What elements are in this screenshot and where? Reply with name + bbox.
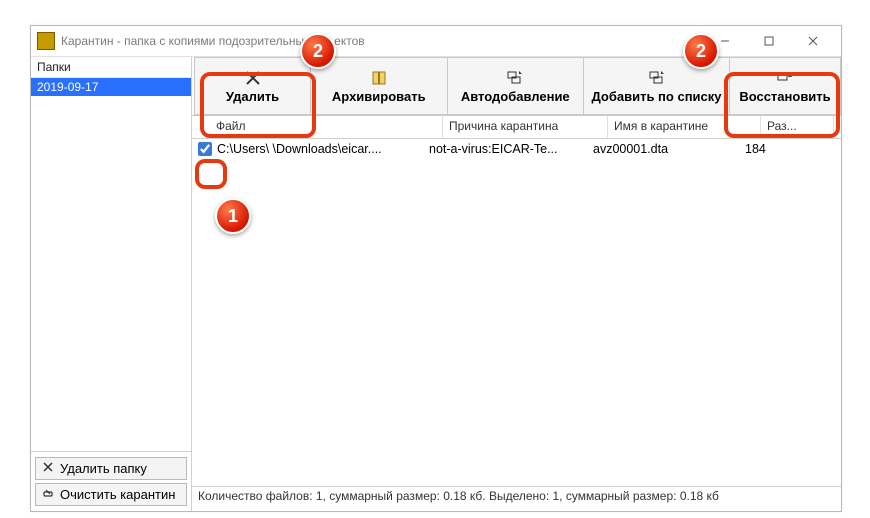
addlist-icon [648,69,666,87]
sidebar-header: Папки [31,57,191,78]
restore-icon [776,69,794,87]
list-header[interactable]: Файл Причина карантина Имя в карантине Р… [192,116,841,139]
sidebar: Папки 2019-09-17 Удалить папку Очистить … [31,57,192,511]
row-checkbox[interactable] [198,142,212,156]
titlebar: Карантин - папка с копиями подозрительны… [31,26,841,57]
close-button[interactable] [791,27,835,55]
minimize-button[interactable] [703,27,747,55]
archive-button[interactable]: Архивировать [311,57,448,115]
col-name-header[interactable]: Имя в карантине [608,116,761,138]
cell-size: 184 [739,142,811,156]
folder-tree[interactable]: 2019-09-17 [31,78,191,451]
delete-folder-button[interactable]: Удалить папку [35,457,187,480]
clear-quarantine-label: Очистить карантин [60,487,175,502]
col-size-header[interactable]: Раз... [761,116,834,138]
restore-label: Восстановить [739,89,830,104]
autoadd-label: Автодобавление [461,89,570,104]
maximize-button[interactable] [747,27,791,55]
main-panel: Удалить Архивировать Автодобавление [192,57,841,511]
restore-button[interactable]: Восстановить [730,57,841,115]
status-bar: Количество файлов: 1, суммарный размер: … [192,486,841,511]
cell-name: avz00001.dta [587,142,739,156]
delete-button[interactable]: Удалить [194,57,311,115]
delete-label: Удалить [226,89,279,104]
table-row[interactable]: C:\Users\ \Downloads\eicar.... not-a-vir… [192,139,841,159]
app-window: Карантин - папка с копиями подозрительны… [30,25,842,512]
delete-folder-label: Удалить папку [60,461,147,476]
folder-tree-item[interactable]: 2019-09-17 [31,78,191,96]
addlist-button[interactable]: Добавить по списку [584,57,730,115]
file-list[interactable]: C:\Users\ \Downloads\eicar.... not-a-vir… [192,139,841,486]
window-title: Карантин - папка с копиями подозрительны… [61,34,365,48]
erase-icon [42,487,54,502]
cell-file: C:\Users\ \Downloads\eicar.... [217,142,423,156]
autoadd-icon [506,69,524,87]
addlist-label: Добавить по списку [591,89,721,104]
clear-quarantine-button[interactable]: Очистить карантин [35,483,187,506]
app-icon [37,32,55,50]
delete-icon [244,69,262,87]
col-cause-header[interactable]: Причина карантина [443,116,608,138]
toolbar: Удалить Архивировать Автодобавление [192,57,841,116]
autoadd-button[interactable]: Автодобавление [448,57,585,115]
archive-icon [370,69,388,87]
archive-label: Архивировать [332,89,426,104]
col-file-header[interactable]: Файл [192,116,443,138]
window-controls [703,27,835,55]
cell-cause: not-a-virus:EICAR-Te... [423,142,587,156]
delete-icon [42,461,54,476]
